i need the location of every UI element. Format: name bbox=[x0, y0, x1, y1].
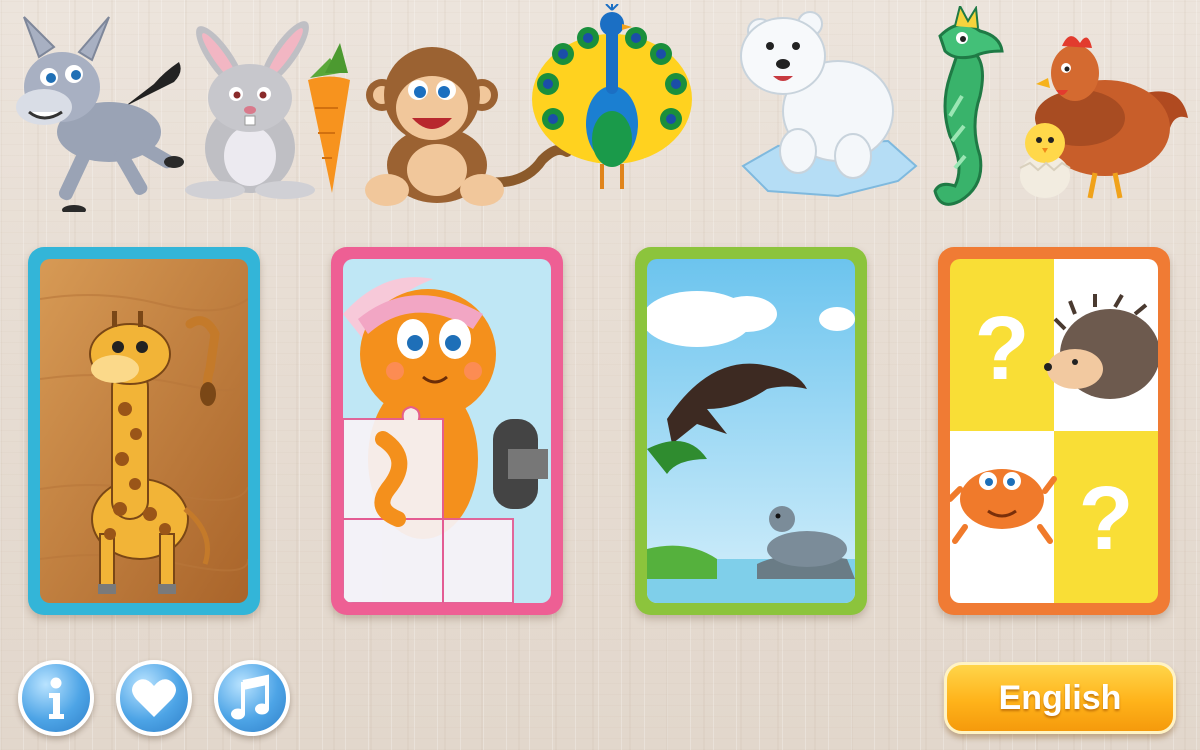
donkey-sticker[interactable] bbox=[14, 12, 186, 212]
card-dolphin-seal-image bbox=[647, 259, 855, 603]
hen-and-chick-sticker[interactable] bbox=[1000, 18, 1190, 204]
peacock-sticker[interactable] bbox=[528, 4, 696, 194]
game-card-octopus-jigsaw[interactable] bbox=[331, 247, 563, 615]
info-button[interactable] bbox=[18, 660, 94, 736]
card-octopus-image bbox=[343, 259, 551, 603]
music-note-icon bbox=[231, 674, 269, 720]
game-card-silhouette-match[interactable] bbox=[635, 247, 867, 615]
svg-text:?: ? bbox=[975, 299, 1030, 399]
heart-icon bbox=[132, 679, 176, 717]
polar-bear-sticker[interactable] bbox=[738, 6, 918, 202]
game-card-giraffe-puzzle[interactable] bbox=[28, 247, 260, 615]
music-button[interactable] bbox=[214, 660, 290, 736]
card-giraffe-image bbox=[40, 259, 248, 603]
animal-header bbox=[0, 0, 1200, 225]
info-icon bbox=[49, 677, 64, 719]
game-card-memory-match[interactable]: ? ? bbox=[938, 247, 1170, 615]
language-button[interactable]: English bbox=[944, 662, 1176, 734]
svg-text:?: ? bbox=[1079, 469, 1134, 569]
card-memory-image: ? ? bbox=[950, 259, 1158, 603]
favorite-button[interactable] bbox=[116, 660, 192, 736]
rabbit-sticker[interactable] bbox=[180, 18, 360, 200]
seahorse-sticker[interactable] bbox=[920, 6, 1004, 216]
